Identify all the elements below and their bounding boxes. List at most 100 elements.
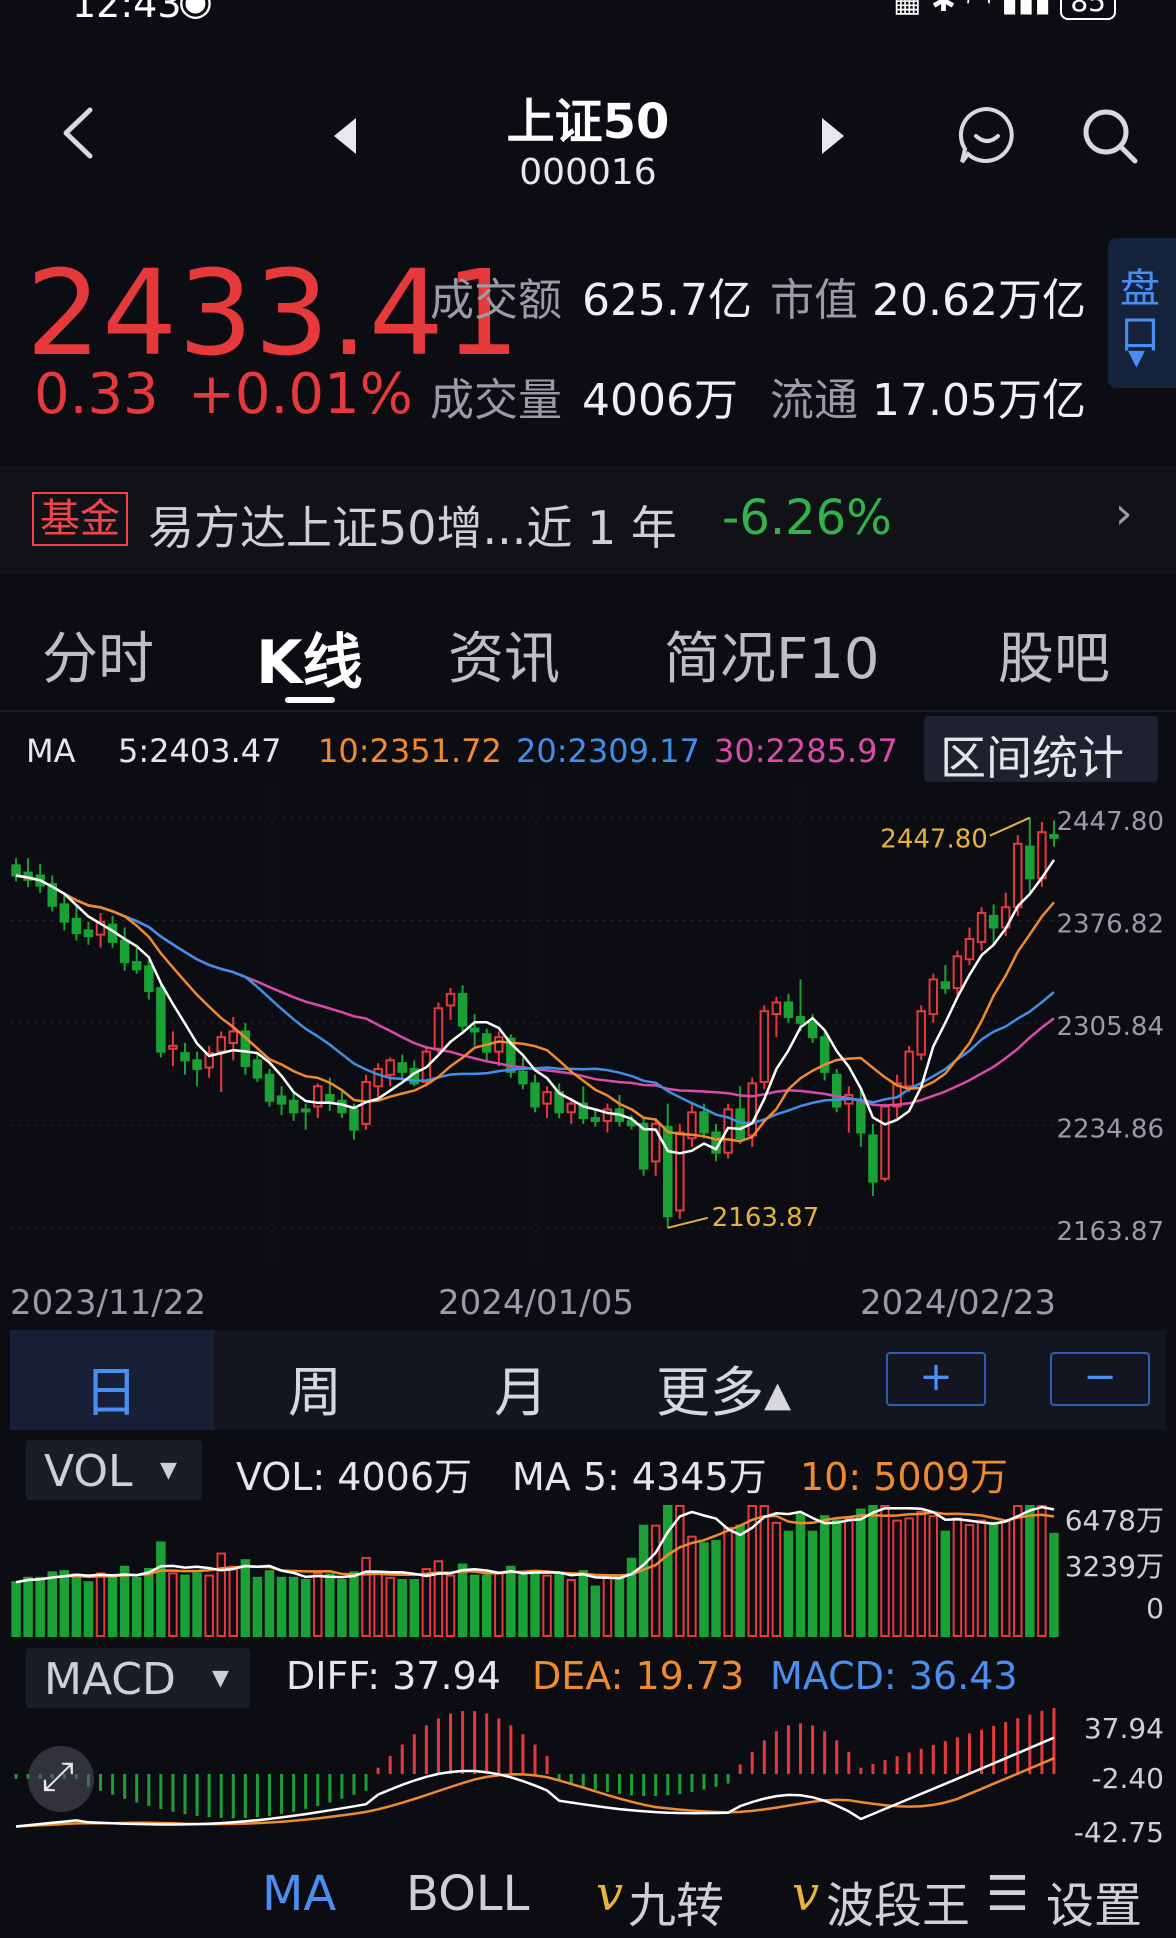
volume-bar (204, 1574, 214, 1637)
candle-body (928, 978, 939, 1016)
macd-value: MACD: 36.43 (770, 1654, 1018, 1698)
kline-chart[interactable]: 2447.80 2376.82 2305.84 2234.86 2163.87 2447.… (0, 790, 1176, 1330)
fund-row[interactable]: 基金 易方达上证50增...近 1 年 -6.26% › (0, 466, 1176, 574)
period-week[interactable]: 周 (288, 1348, 342, 1427)
volume-bar (771, 1521, 782, 1638)
fund-return: -6.26% (722, 490, 892, 546)
candle-body (83, 929, 94, 938)
candle-body (988, 914, 999, 929)
x-date-label: 2024/02/23 (860, 1283, 1056, 1323)
candle-body (904, 1050, 914, 1088)
candle-body (288, 1099, 299, 1114)
candle-body (747, 1082, 757, 1137)
period-day[interactable]: 日 (84, 1348, 138, 1427)
volume-bar (144, 1567, 154, 1637)
candle-body (276, 1095, 287, 1105)
macd-tick-label: -42.75 (1074, 1816, 1164, 1849)
zoom-out-button[interactable]: − (1050, 1352, 1150, 1406)
candle-body (457, 992, 468, 1027)
battery-icon: 85 (1060, 0, 1116, 20)
pankou-button[interactable]: 盘 口 ▼ (1108, 238, 1176, 388)
volume-bar (795, 1512, 806, 1638)
y-tick-label: 2376.82 (1056, 909, 1164, 939)
fullscreen-button[interactable]: ⤢ (28, 1746, 94, 1812)
volume-bar (759, 1505, 770, 1637)
low-label: 2163.87 (712, 1203, 820, 1233)
candle-body (807, 1021, 818, 1039)
ma20-value: 20:2309.17 (516, 732, 700, 770)
vol-ma10: 10: 5009万 (800, 1455, 1008, 1499)
ma10-value: 10:2351.72 (318, 732, 502, 770)
status-time: 12:43 (72, 0, 182, 26)
volume-bar (119, 1565, 130, 1637)
candle-body (264, 1073, 275, 1102)
next-stock-icon[interactable] (818, 116, 848, 156)
tab-news[interactable]: 资讯 (448, 614, 560, 695)
volume-bar (373, 1572, 383, 1637)
toolbar-ma[interactable]: MA (262, 1866, 336, 1922)
expand-icon: ⤢ (42, 1754, 74, 1800)
turnover-value: 625.7亿 (582, 275, 752, 326)
candle-body (180, 1052, 190, 1062)
period-more[interactable]: 更多▴ (656, 1348, 791, 1427)
y-tick-label: 2305.84 (1056, 1012, 1164, 1042)
candle-body (831, 1073, 842, 1108)
volume-bar (892, 1519, 902, 1638)
fund-badge: 基金 (32, 492, 128, 546)
volume-bar (313, 1572, 323, 1637)
volume-bar (1013, 1505, 1023, 1637)
volume-bar (264, 1570, 275, 1637)
mktcap-value: 20.62万亿 (872, 275, 1086, 326)
candle-body (530, 1082, 540, 1108)
volume-bar (880, 1505, 890, 1637)
candle-body (940, 981, 951, 990)
volume-chart[interactable]: 6478万 3239万 0 (0, 1500, 1176, 1640)
macd-chart[interactable]: 37.94 -2.40 -42.75 (0, 1708, 1176, 1854)
candle-body (373, 1067, 383, 1088)
ma-label: MA (26, 732, 76, 770)
candle-body (699, 1111, 709, 1134)
volume-bar (156, 1541, 166, 1637)
candle-body (397, 1062, 407, 1073)
settings-icon[interactable]: ☰ (986, 1866, 1029, 1922)
toolbar-boduan[interactable]: 波段王 (826, 1866, 970, 1936)
bluetooth-icon: ✱ (930, 0, 956, 19)
caret-down-icon: ▼ (160, 1458, 177, 1483)
tab-underline (285, 697, 335, 703)
nfc-icon: ▦ (892, 0, 922, 19)
candle-body (131, 961, 142, 971)
macd-tick-label: 37.94 (1084, 1712, 1164, 1745)
period-month[interactable]: 月 (494, 1348, 548, 1427)
chat-icon[interactable] (956, 104, 1018, 166)
search-icon[interactable] (1080, 106, 1140, 166)
indicator-toolbar: MA BOLL v 九转 v 波段王 ☰ 设置 (0, 1854, 1176, 1938)
candle-body (216, 1036, 226, 1053)
tab-forum[interactable]: 股吧 (998, 614, 1110, 695)
volume-bar (675, 1505, 685, 1637)
divider (0, 710, 1176, 712)
vol-tick-label: 3239万 (1065, 1550, 1164, 1583)
candle-body (11, 864, 21, 877)
tab-kline[interactable]: K线 (256, 614, 363, 701)
candle-body (542, 1091, 552, 1105)
tab-bar: 分时 K线 资讯 简况F10 股吧 (0, 592, 1176, 702)
tab-intraday[interactable]: 分时 (42, 614, 154, 695)
volume-bar (518, 1574, 528, 1637)
candle-body (856, 1099, 866, 1134)
vol-selector[interactable]: VOL ▼ (26, 1440, 202, 1500)
range-stats-button[interactable]: 区间统计 (924, 716, 1158, 785)
macd-selector[interactable]: MACD ▼ (26, 1648, 250, 1708)
tab-f10[interactable]: 简况F10 (664, 614, 879, 695)
toolbar-settings[interactable]: 设置 (1046, 1866, 1142, 1936)
volume-bar (71, 1573, 82, 1638)
y-tick-label: 2163.87 (1056, 1217, 1164, 1247)
volume-bar (602, 1576, 613, 1637)
zoom-in-button[interactable]: + (886, 1352, 986, 1406)
volume-bar (95, 1572, 106, 1637)
toolbar-boll[interactable]: BOLL (406, 1866, 529, 1922)
candle-body (252, 1059, 263, 1079)
toolbar-jiuzhuan[interactable]: 九转 (628, 1866, 724, 1936)
volume-bar (578, 1570, 589, 1637)
range-stats-label: 区间统计 (940, 731, 1124, 785)
volume-bar (976, 1519, 987, 1638)
